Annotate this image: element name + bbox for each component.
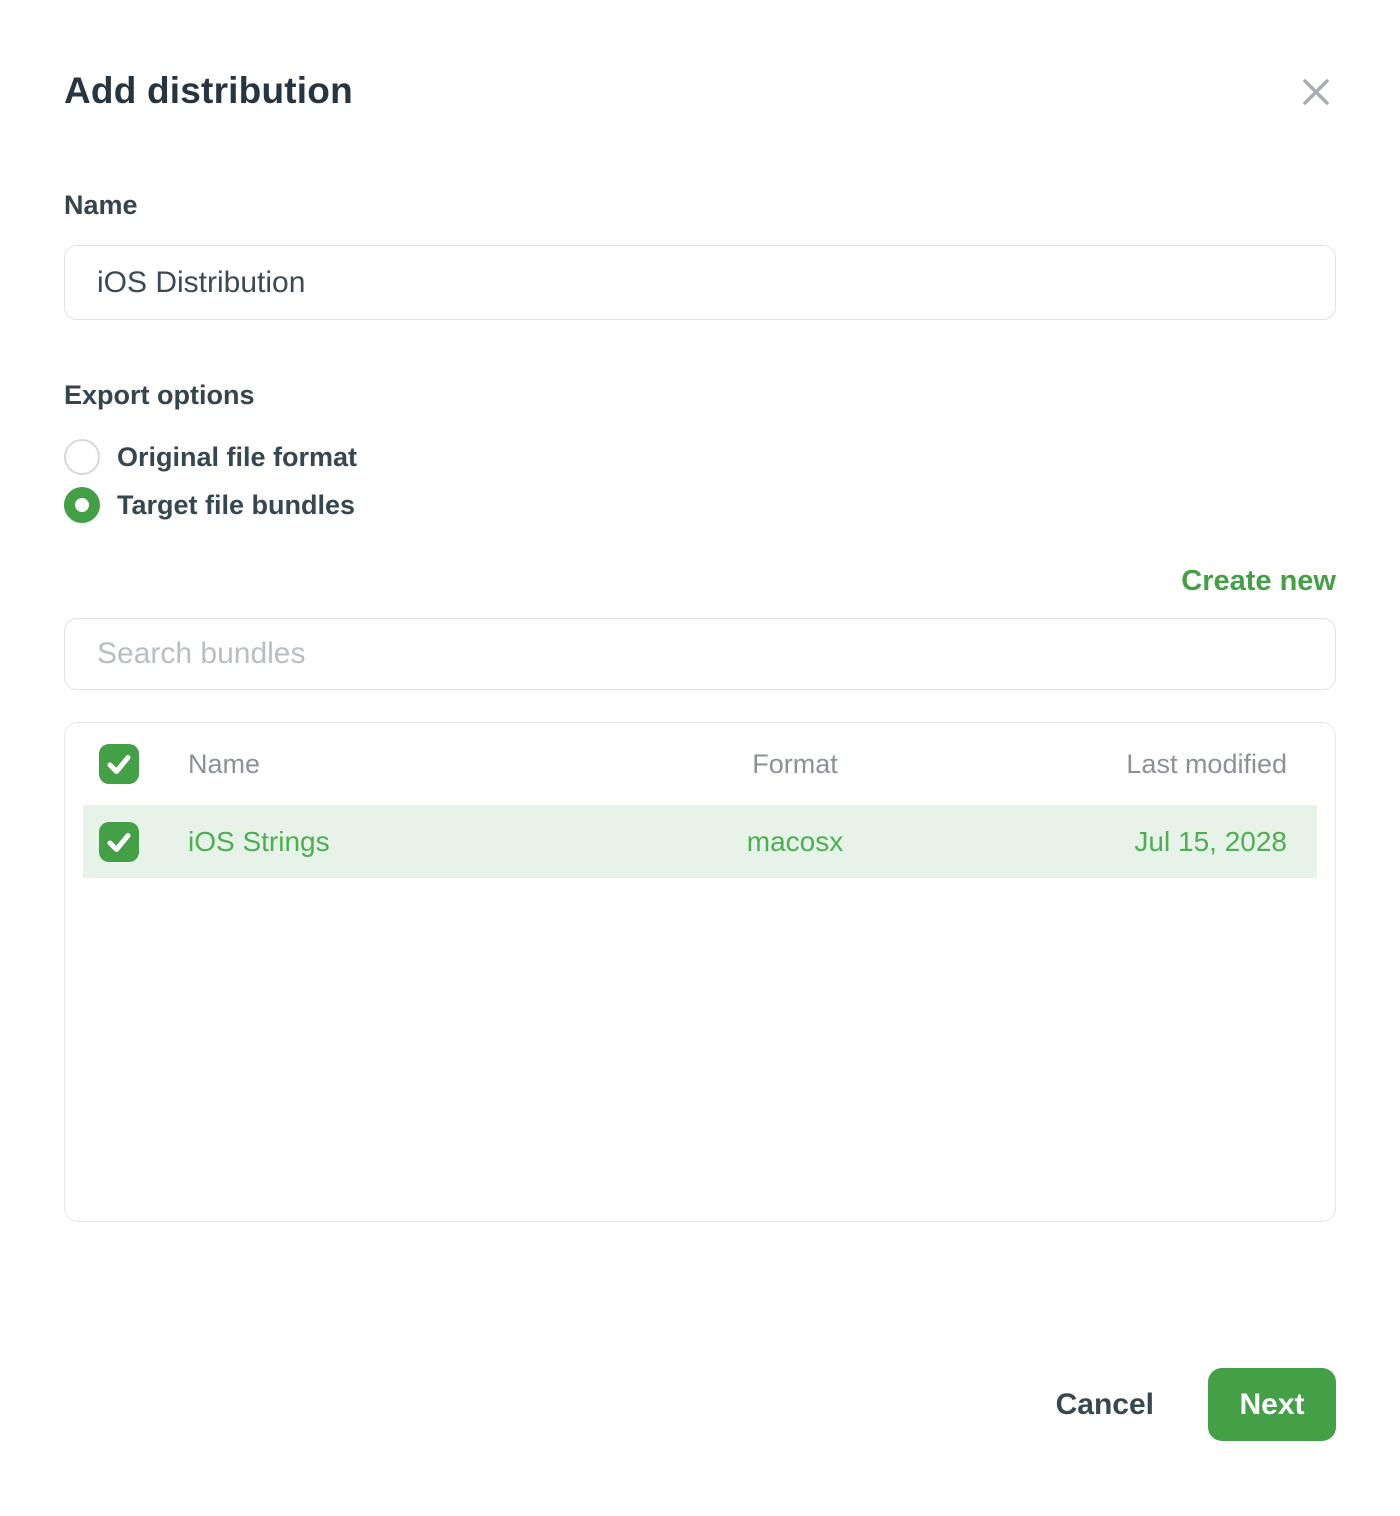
column-header-last-modified: Last modified — [945, 749, 1317, 780]
column-header-name: Name — [188, 749, 645, 780]
radio-label: Original file format — [117, 442, 357, 473]
add-distribution-dialog: Add distribution Name Export options Ori… — [0, 0, 1400, 1516]
row-checkbox[interactable] — [99, 822, 139, 862]
select-all-checkbox[interactable] — [99, 744, 139, 784]
radio-label: Target file bundles — [117, 490, 355, 521]
row-last-modified: Jul 15, 2028 — [945, 826, 1317, 858]
radio-target-file-bundles[interactable]: Target file bundles — [64, 481, 1336, 529]
close-button[interactable] — [1296, 72, 1336, 112]
close-icon — [1296, 100, 1336, 115]
cancel-button[interactable]: Cancel — [1056, 1388, 1154, 1422]
create-new-link[interactable]: Create new — [1181, 565, 1336, 597]
table-header-row: Name Format Last modified — [83, 723, 1317, 805]
radio-unselected-icon — [64, 439, 100, 475]
table-row[interactable]: iOS Strings macosx Jul 15, 2028 — [83, 805, 1317, 878]
radio-original-file-format[interactable]: Original file format — [64, 433, 1336, 481]
dialog-title: Add distribution — [64, 70, 353, 112]
name-label: Name — [64, 190, 1336, 221]
dialog-header: Add distribution — [64, 0, 1336, 112]
export-options-group: Original file format Target file bundles — [64, 433, 1336, 529]
column-header-format: Format — [645, 749, 945, 780]
export-options-label: Export options — [64, 380, 1336, 411]
dialog-footer: Cancel Next — [64, 1368, 1336, 1441]
radio-selected-icon — [64, 487, 100, 523]
row-format: macosx — [645, 826, 945, 858]
create-new-row: Create new — [64, 565, 1336, 598]
next-button[interactable]: Next — [1208, 1368, 1336, 1441]
row-name: iOS Strings — [188, 826, 645, 858]
bundles-table: Name Format Last modified iOS Strings ma… — [64, 722, 1336, 1222]
name-input[interactable] — [64, 245, 1336, 320]
search-bundles-input[interactable] — [64, 618, 1336, 690]
